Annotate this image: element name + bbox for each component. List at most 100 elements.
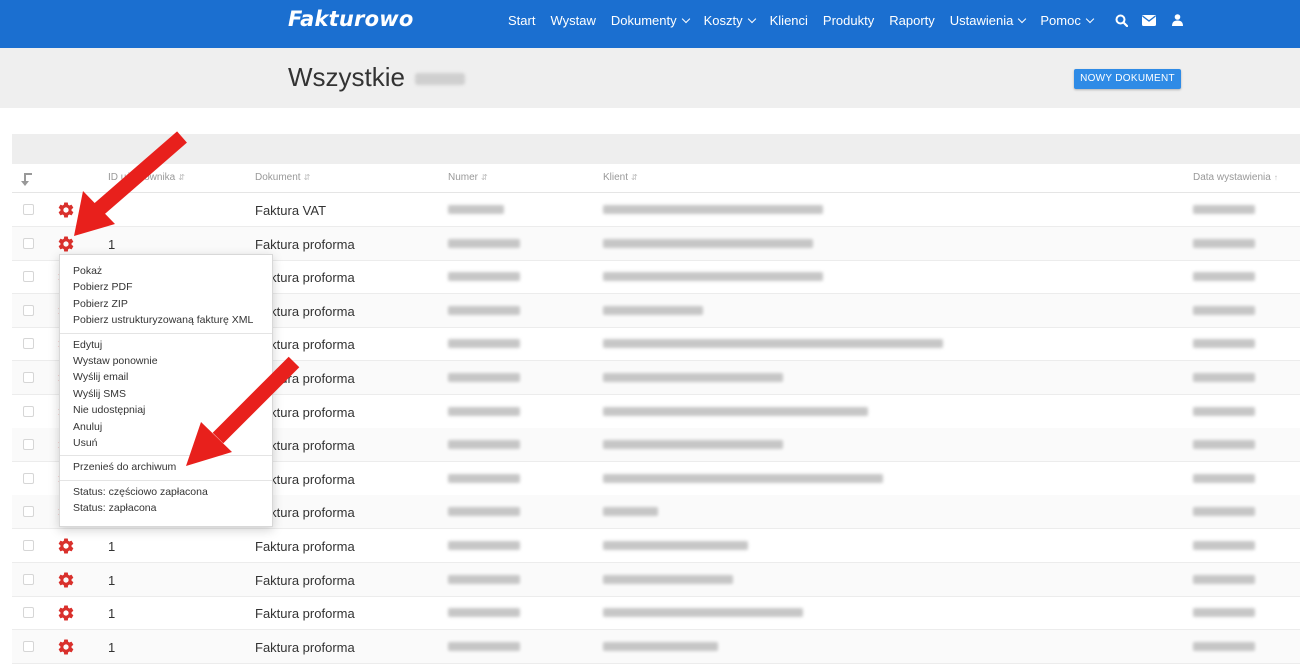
cell-client-blurred[interactable]: [603, 205, 823, 214]
gear-icon[interactable]: [57, 201, 75, 219]
menu-item[interactable]: Status: częściowo zapłacona: [73, 486, 208, 498]
cell-client-blurred[interactable]: [603, 272, 823, 282]
chevron-down-icon: [681, 14, 690, 23]
cell-number-blurred[interactable]: [448, 507, 520, 517]
cell-client-blurred[interactable]: [603, 541, 748, 550]
nav-item-koszty[interactable]: Koszty: [703, 13, 756, 28]
cell-number-blurred[interactable]: [448, 406, 520, 416]
cell-number-blurred[interactable]: [448, 339, 520, 349]
cell-document-type[interactable]: Faktura proforma: [255, 606, 355, 621]
nav-item-label: Pomoc: [1040, 13, 1081, 28]
row-checkbox[interactable]: [23, 506, 34, 518]
cell-client-blurred[interactable]: [603, 373, 783, 382]
user-icon[interactable]: [1170, 12, 1184, 28]
column-header-id[interactable]: ID użytkownika ⇵: [108, 172, 185, 183]
row-checkbox[interactable]: [23, 540, 34, 551]
nav-item-ustawienia[interactable]: Ustawienia: [949, 13, 1027, 28]
cell-document-type[interactable]: Faktura proforma: [255, 573, 355, 588]
menu-item[interactable]: Edytuj: [73, 339, 102, 351]
cell-client-blurred[interactable]: [603, 574, 733, 584]
search-icon[interactable]: [1114, 12, 1128, 28]
gear-icon[interactable]: [57, 235, 75, 253]
cell-number-blurred[interactable]: [448, 641, 520, 651]
table-row[interactable]: Faktura VAT: [12, 193, 1300, 227]
select-all-icon[interactable]: [21, 173, 32, 186]
menu-item[interactable]: Pobierz PDF: [73, 281, 133, 293]
row-checkbox[interactable]: [23, 372, 34, 383]
nav-item-label: Koszty: [703, 13, 743, 28]
nav-item-raporty[interactable]: Raporty: [889, 13, 935, 28]
gear-icon[interactable]: [57, 537, 75, 555]
menu-item[interactable]: Pobierz ZIP: [73, 298, 128, 310]
cell-document-type[interactable]: Faktura VAT: [255, 203, 326, 218]
menu-item[interactable]: Status: zapłacona: [73, 502, 156, 514]
cell-number-blurred[interactable]: [448, 373, 520, 382]
column-header-document[interactable]: Dokument ⇵: [255, 172, 310, 183]
menu-item[interactable]: Anuluj: [73, 421, 102, 433]
row-checkbox[interactable]: [23, 472, 34, 484]
menu-item[interactable]: Wyślij email: [73, 371, 128, 383]
menu-item[interactable]: Wyślij SMS: [73, 388, 126, 400]
gear-icon[interactable]: [57, 571, 75, 589]
cell-number-blurred[interactable]: [448, 272, 520, 282]
menu-item[interactable]: Wystaw ponownie: [73, 355, 158, 367]
row-checkbox[interactable]: [23, 405, 34, 417]
cell-number-blurred[interactable]: [448, 238, 520, 248]
cell-client-blurred[interactable]: [603, 238, 813, 248]
row-checkbox[interactable]: [23, 338, 34, 350]
nav-item-klienci[interactable]: Klienci: [770, 13, 808, 28]
cell-number-blurred[interactable]: [448, 541, 520, 550]
menu-item[interactable]: Przenieś do archiwum: [73, 461, 176, 473]
cell-client-blurred[interactable]: [603, 507, 658, 517]
menu-item[interactable]: Usuń: [73, 437, 98, 449]
table-row[interactable]: 1 Faktura proforma: [12, 596, 1300, 631]
column-header-date[interactable]: Data wystawienia ↑: [1193, 172, 1278, 183]
cell-client-blurred[interactable]: [603, 305, 703, 315]
cell-user-id: 1: [108, 606, 116, 622]
cell-client-blurred[interactable]: [603, 339, 943, 349]
cell-date-blurred: [1193, 339, 1255, 349]
cell-client-blurred[interactable]: [603, 473, 883, 483]
nav-item-dokumenty[interactable]: Dokumenty: [611, 13, 690, 28]
table-row[interactable]: 1 Faktura proforma: [12, 629, 1300, 664]
cell-client-blurred[interactable]: [603, 641, 718, 651]
cell-client-blurred[interactable]: [603, 608, 803, 618]
gear-icon[interactable]: [57, 638, 75, 656]
row-checkbox[interactable]: [23, 439, 34, 451]
cell-number-blurred[interactable]: [448, 608, 520, 618]
cell-number-blurred[interactable]: [448, 574, 520, 584]
app-logo[interactable]: Fakturowo: [288, 7, 413, 31]
nav-item-wystaw[interactable]: Wystaw: [550, 13, 595, 28]
new-document-button[interactable]: NOWY DOKUMENT: [1074, 69, 1181, 89]
nav-item-produkty[interactable]: Produkty: [823, 13, 874, 28]
row-checkbox[interactable]: [23, 304, 34, 316]
column-header-number[interactable]: Numer ⇵: [448, 172, 488, 183]
cell-number-blurred[interactable]: [448, 305, 520, 315]
menu-item[interactable]: Pokaż: [73, 265, 102, 277]
nav-item-pomoc[interactable]: Pomoc: [1040, 13, 1095, 28]
menu-item[interactable]: Nie udostępniaj: [73, 404, 145, 416]
row-checkbox[interactable]: [23, 237, 34, 249]
cell-client-blurred[interactable]: [603, 406, 868, 416]
cell-document-type[interactable]: Faktura proforma: [255, 539, 355, 554]
menu-item[interactable]: Pobierz ustrukturyzowaną fakturę XML: [73, 314, 253, 326]
row-checkbox[interactable]: [23, 573, 34, 585]
filter-bar: [12, 134, 1300, 164]
column-header-client[interactable]: Klient ⇵: [603, 172, 638, 183]
cell-document-type[interactable]: Faktura proforma: [255, 237, 355, 252]
table-row[interactable]: 1 Faktura proforma: [12, 529, 1300, 563]
cell-number-blurred[interactable]: [448, 440, 520, 450]
gear-icon[interactable]: [57, 604, 75, 622]
row-checkbox[interactable]: [23, 204, 34, 215]
envelope-icon[interactable]: [1142, 12, 1156, 28]
cell-number-blurred[interactable]: [448, 473, 520, 483]
row-checkbox[interactable]: [23, 607, 34, 619]
row-checkbox[interactable]: [23, 271, 34, 283]
cell-document-type[interactable]: Faktura proforma: [255, 640, 355, 655]
row-checkbox[interactable]: [23, 640, 34, 652]
table-row[interactable]: 1 Faktura proforma: [12, 562, 1300, 597]
nav-item-start[interactable]: Start: [508, 13, 535, 28]
nav-item-label: Ustawienia: [949, 13, 1014, 28]
cell-client-blurred[interactable]: [603, 440, 783, 450]
cell-number-blurred[interactable]: [448, 205, 504, 214]
